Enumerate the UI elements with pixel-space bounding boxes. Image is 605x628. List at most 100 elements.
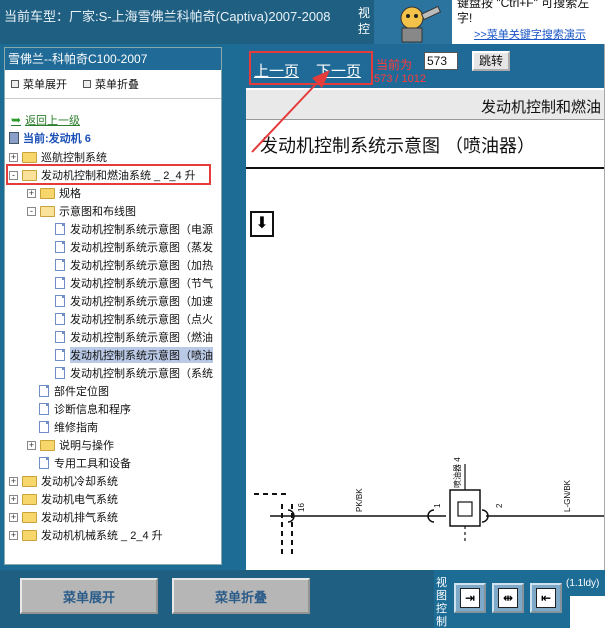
next-page-link[interactable]: 下一页 xyxy=(316,60,361,81)
tree-item-label: 发动机控制系统示意图（加热 xyxy=(70,260,213,272)
folder-icon xyxy=(22,493,37,505)
document-icon xyxy=(55,295,65,307)
tree-doc-item[interactable]: 发动机控制系统示意图（点火 xyxy=(55,310,213,328)
document-icon xyxy=(39,421,49,433)
expand-toggle-icon[interactable]: + xyxy=(9,494,18,504)
document-icon xyxy=(55,313,65,325)
folder-icon xyxy=(22,529,37,541)
tree-folder-item[interactable]: - 示意图和布线图 xyxy=(27,202,136,220)
collapse-menu-label: 菜单折叠 xyxy=(95,79,139,91)
document-icon xyxy=(55,367,65,379)
split-view-button[interactable]: ⇹ xyxy=(492,583,524,613)
tree-item-label: 规格 xyxy=(59,188,81,200)
svg-text:2: 2 xyxy=(495,503,504,508)
arrow-down-icon[interactable]: ⬇ xyxy=(250,211,274,237)
panel-splitter[interactable] xyxy=(226,44,244,574)
tree-doc-item[interactable]: 维修指南 xyxy=(39,418,98,436)
page-number-input[interactable]: 573 xyxy=(424,52,458,70)
svg-text:L-GN/BK: L-GN/BK xyxy=(563,479,572,512)
document-icon xyxy=(55,223,65,235)
current-node-icon xyxy=(9,132,19,144)
component-label: 喷油器 4 xyxy=(452,457,462,488)
document-icon xyxy=(55,349,65,361)
tree-item-label: 发动机控制系统示意图（蒸发 xyxy=(70,242,213,254)
document-icon xyxy=(39,403,49,415)
expand-toggle-icon[interactable]: + xyxy=(9,512,18,522)
tree-doc-item[interactable]: 发动机控制系统示意图（燃油 xyxy=(55,328,213,346)
tree-folder-item[interactable]: + 说明与操作 xyxy=(27,436,114,454)
show-left-button[interactable]: ⇤ xyxy=(530,583,562,613)
svg-text:PK/BK: PK/BK xyxy=(355,488,364,512)
show-right-button[interactable]: ⇥ xyxy=(454,583,486,613)
tree-item-label: 示意图和布线图 xyxy=(59,206,136,218)
helper-mascot-icon xyxy=(374,0,452,44)
expand-menu-label: 菜单展开 xyxy=(23,79,67,91)
tree-doc-item[interactable]: 发动机控制系统示意图（电源 xyxy=(55,220,213,238)
document-icon xyxy=(55,241,65,253)
split-view-icon: ⇹ xyxy=(498,588,518,608)
tree-doc-item[interactable]: 诊断信息和程序 xyxy=(39,400,131,418)
tree-item-label: 发动机控制系统示意图（加速 xyxy=(70,296,213,308)
prev-page-link[interactable]: 上一页 xyxy=(254,60,299,81)
svg-text:喷油器 4: 喷油器 4 xyxy=(452,457,462,488)
document-icon xyxy=(55,277,65,289)
tree-item-label: 诊断信息和程序 xyxy=(54,404,131,416)
document-icon xyxy=(55,259,65,271)
tree-item-label: 专用工具和设备 xyxy=(54,458,131,470)
tree-doc-item[interactable]: 发动机控制系统示意图（蒸发 xyxy=(55,238,213,256)
tree-doc-item[interactable]: 发动机控制系统示意图（加速 xyxy=(55,292,213,310)
expand-toggle-icon[interactable]: + xyxy=(9,152,18,162)
tree-doc-item[interactable]: 发动机控制系统示意图（喷油 xyxy=(55,346,213,364)
tree-item-label: 发动机控制系统示意图（系统 xyxy=(70,368,213,380)
jump-button[interactable]: 跳转 xyxy=(472,51,510,71)
expand-toggle-icon[interactable]: + xyxy=(27,440,36,450)
expand-toggle-icon[interactable]: + xyxy=(27,188,36,198)
expand-menu-button[interactable]: 菜单展开 xyxy=(20,578,158,614)
search-tip-panel: 键盘按 "Ctrl+F" 可搜索左 字! >>菜单关键字搜索演示 xyxy=(452,0,605,44)
wire-label-lgn-bk: L-GN/BK xyxy=(563,479,572,512)
current-vehicle-label: 当前车型：厂家:S-上海雪佛兰科帕奇(Captiva)2007-2008 xyxy=(4,9,331,24)
section-title: 发动机控制和燃油 xyxy=(480,99,601,116)
back-arrow-icon: ➥ xyxy=(11,113,22,127)
expand-toggle-icon[interactable]: + xyxy=(9,530,18,540)
search-demo-link[interactable]: >>菜单关键字搜索演示 xyxy=(474,26,586,42)
tree-item-label: 发动机控制系统示意图（电源 xyxy=(70,224,213,236)
current-node: 当前:发动机 6 xyxy=(9,130,91,146)
tree-doc-item[interactable]: 发动机控制系统示意图（系统 xyxy=(55,364,213,382)
expand-toggle-icon[interactable]: + xyxy=(9,476,18,486)
folder-icon xyxy=(22,511,37,523)
tree-folder-item[interactable]: + 发动机机械系统 _ 2_4 升 xyxy=(9,526,163,544)
folder-icon xyxy=(22,475,37,487)
tree-folder-item[interactable]: + 发动机电气系统 xyxy=(9,490,118,508)
document-icon xyxy=(39,385,49,397)
collapse-toggle-icon[interactable]: - xyxy=(27,206,36,216)
tree-item-label: 发动机控制系统示意图（节气 xyxy=(70,278,213,290)
folder-open-icon xyxy=(40,205,55,217)
tree-doc-item[interactable]: 部件定位图 xyxy=(39,382,109,400)
tree-item-label: 发动机控制系统示意图（点火 xyxy=(70,314,213,326)
tree-doc-item[interactable]: 专用工具和设备 xyxy=(39,454,131,472)
expand-icon xyxy=(11,80,19,88)
tree-doc-item[interactable]: 发动机控制系统示意图（加热 xyxy=(55,256,213,274)
tree-item-label: 发动机控制系统示意图（燃油 xyxy=(70,332,213,344)
page-navigation-bar: 上一页 下一页 当前为 573 跳转 573 / 1012 xyxy=(246,44,605,88)
tree-item-label: 发动机机械系统 _ 2_4 升 xyxy=(41,530,163,542)
folder-icon xyxy=(22,151,37,163)
tree-item-label: 部件定位图 xyxy=(54,386,109,398)
tree-folder-item[interactable]: + 发动机冷却系统 xyxy=(9,472,118,490)
tree-folder-item[interactable]: + 规格 xyxy=(27,184,81,202)
collapse-menu-button[interactable]: 菜单折叠 xyxy=(172,578,310,614)
expand-menu-link[interactable]: 菜单展开 xyxy=(11,76,67,92)
pin-label-b: 1 xyxy=(433,503,442,508)
pin-label-a: 16 xyxy=(297,503,306,512)
view-control-label: 视控 xyxy=(358,6,371,36)
tree-folder-item[interactable]: + 发动机排气系统 xyxy=(9,508,118,526)
tree-item-label: 发动机排气系统 xyxy=(41,512,118,524)
wiring-diagram: 16 PK/BK 1 喷油器 4 2 L-GN/BK xyxy=(254,457,605,554)
top-bar: 当前车型：厂家:S-上海雪佛兰科帕奇(Captiva)2007-2008 视控 … xyxy=(0,0,605,44)
tree-doc-item[interactable]: 发动机控制系统示意图（节气 xyxy=(55,274,213,292)
back-link[interactable]: ➥ 返回上一级 xyxy=(11,112,80,128)
corner-panel xyxy=(570,596,605,628)
collapse-menu-link[interactable]: 菜单折叠 xyxy=(83,76,139,92)
page-count: 573 / 1012 xyxy=(374,73,426,85)
